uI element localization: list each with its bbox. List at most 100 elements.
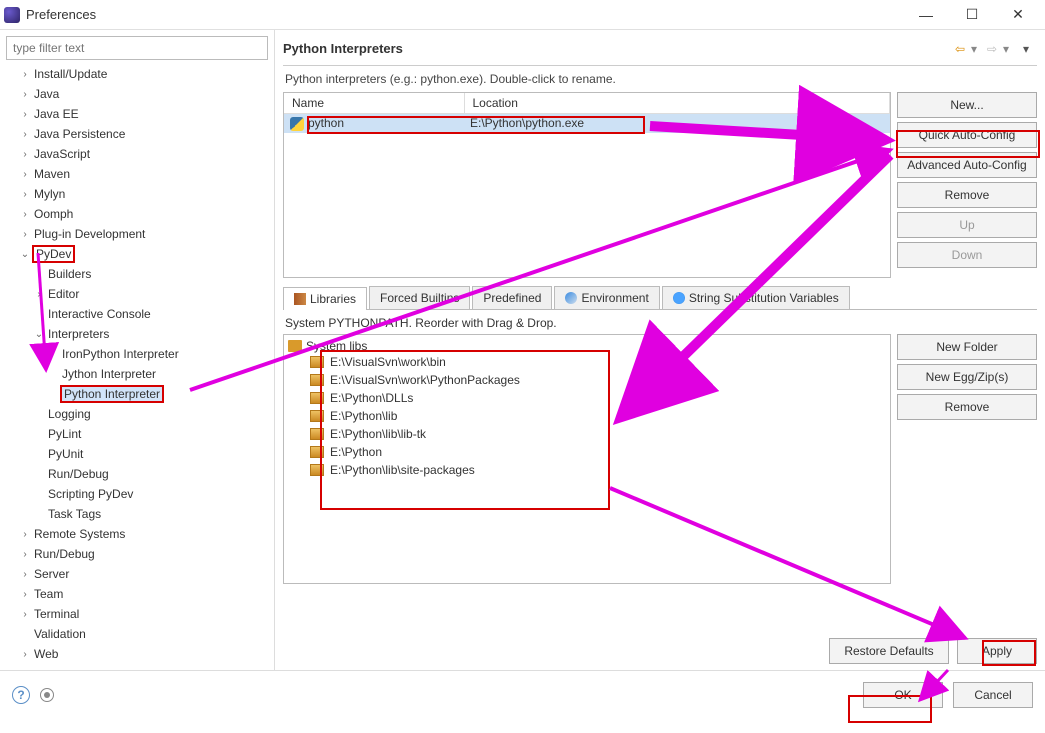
tree-item-label: Plug-in Development bbox=[32, 227, 147, 241]
new-button[interactable]: New... bbox=[897, 92, 1037, 118]
chevron-icon: › bbox=[18, 649, 32, 660]
view-menu-icon[interactable]: ▾ bbox=[1023, 42, 1035, 56]
tree-item-mylyn[interactable]: ›Mylyn bbox=[6, 184, 264, 204]
tab-predefined[interactable]: Predefined bbox=[472, 286, 552, 309]
jar-icon bbox=[310, 428, 324, 440]
tree-item-web[interactable]: ›Web bbox=[6, 644, 264, 664]
up-button[interactable]: Up bbox=[897, 212, 1037, 238]
tree-item-team[interactable]: ›Team bbox=[6, 584, 264, 604]
quick-auto-config-button[interactable]: Quick Auto-Config bbox=[897, 122, 1037, 148]
tree-item-task-tags[interactable]: Task Tags bbox=[6, 504, 264, 524]
close-button[interactable]: ✕ bbox=[995, 0, 1041, 30]
tab-environment[interactable]: Environment bbox=[554, 286, 659, 309]
forward-menu-icon[interactable]: ▾ bbox=[1003, 42, 1015, 56]
new-egg-button[interactable]: New Egg/Zip(s) bbox=[897, 364, 1037, 390]
preferences-tree[interactable]: ›Install/Update›Java›Java EE›Java Persis… bbox=[6, 64, 268, 664]
back-menu-icon[interactable]: ▾ bbox=[971, 42, 983, 56]
lib-path-row[interactable]: E:\Python bbox=[288, 443, 886, 461]
tree-item-builders[interactable]: Builders bbox=[6, 264, 264, 284]
tree-item-label: Java bbox=[32, 87, 61, 101]
remove-interpreter-button[interactable]: Remove bbox=[897, 182, 1037, 208]
tree-item-java-ee[interactable]: ›Java EE bbox=[6, 104, 264, 124]
col-name[interactable]: Name bbox=[284, 93, 464, 114]
tree-item-editor[interactable]: ›Editor bbox=[6, 284, 264, 304]
tree-item-pydev[interactable]: ⌄PyDev bbox=[6, 244, 264, 264]
system-libs-root[interactable]: System libs bbox=[288, 339, 886, 353]
chevron-icon: ⌄ bbox=[18, 249, 32, 260]
forward-icon[interactable]: ⇨ bbox=[987, 42, 999, 56]
lib-path-row[interactable]: E:\Python\lib\site-packages bbox=[288, 461, 886, 479]
chevron-icon: ⌄ bbox=[32, 329, 46, 340]
jar-icon bbox=[310, 410, 324, 422]
interpreter-table[interactable]: Name Location python E:\Python\python.ex… bbox=[283, 92, 891, 278]
new-folder-button[interactable]: New Folder bbox=[897, 334, 1037, 360]
tree-item-terminal[interactable]: ›Terminal bbox=[6, 604, 264, 624]
tree-item-oomph[interactable]: ›Oomph bbox=[6, 204, 264, 224]
titlebar: Preferences — ☐ ✕ bbox=[0, 0, 1045, 30]
tree-item-maven[interactable]: ›Maven bbox=[6, 164, 264, 184]
tree-item-ironpython-interpreter[interactable]: IronPython Interpreter bbox=[6, 344, 264, 364]
help-icon[interactable]: ? bbox=[12, 686, 30, 704]
jar-icon bbox=[310, 464, 324, 476]
chevron-icon: › bbox=[18, 589, 32, 600]
tree-item-install-update[interactable]: ›Install/Update bbox=[6, 64, 264, 84]
tree-item-label: Builders bbox=[46, 267, 93, 281]
tree-item-run-debug[interactable]: Run/Debug bbox=[6, 464, 264, 484]
tree-item-java[interactable]: ›Java bbox=[6, 84, 264, 104]
tree-item-python-interpreter[interactable]: Python Interpreter bbox=[6, 384, 264, 404]
tree-item-pylint[interactable]: PyLint bbox=[6, 424, 264, 444]
python-icon bbox=[290, 117, 304, 131]
tree-item-interactive-console[interactable]: Interactive Console bbox=[6, 304, 264, 324]
lib-path-row[interactable]: E:\VisualSvn\work\bin bbox=[288, 353, 886, 371]
tree-item-run-debug[interactable]: ›Run/Debug bbox=[6, 544, 264, 564]
tree-item-label: JavaScript bbox=[32, 147, 92, 161]
tab-forced-builtins[interactable]: Forced Builtins bbox=[369, 286, 470, 309]
tree-item-label: Terminal bbox=[32, 607, 81, 621]
tree-item-jython-interpreter[interactable]: Jython Interpreter bbox=[6, 364, 264, 384]
apply-button[interactable]: Apply bbox=[957, 638, 1037, 664]
advanced-auto-config-button[interactable]: Advanced Auto-Config bbox=[897, 152, 1037, 178]
filter-input[interactable] bbox=[6, 36, 268, 60]
pythonpath-tree[interactable]: System libs E:\VisualSvn\work\bin E:\Visu… bbox=[283, 334, 891, 584]
minimize-button[interactable]: — bbox=[903, 0, 949, 30]
chevron-icon: › bbox=[32, 289, 46, 300]
lib-path-row[interactable]: E:\VisualSvn\work\PythonPackages bbox=[288, 371, 886, 389]
lib-path-text: E:\Python bbox=[330, 445, 382, 459]
lib-path-row[interactable]: E:\Python\lib bbox=[288, 407, 886, 425]
tree-item-interpreters[interactable]: ⌄Interpreters bbox=[6, 324, 264, 344]
tree-item-plug-in-development[interactable]: ›Plug-in Development bbox=[6, 224, 264, 244]
back-icon[interactable]: ⇦ bbox=[955, 42, 967, 56]
tree-item-logging[interactable]: Logging bbox=[6, 404, 264, 424]
tab-string-substitution[interactable]: String Substitution Variables bbox=[662, 286, 850, 309]
jar-icon bbox=[310, 374, 324, 386]
tabs: Libraries Forced Builtins Predefined Env… bbox=[283, 286, 1037, 310]
chevron-icon: › bbox=[18, 109, 32, 120]
tree-item-server[interactable]: ›Server bbox=[6, 564, 264, 584]
ok-button[interactable]: OK bbox=[863, 682, 943, 708]
down-button[interactable]: Down bbox=[897, 242, 1037, 268]
lib-path-text: E:\VisualSvn\work\PythonPackages bbox=[330, 373, 520, 387]
pythonpath-buttons: New Folder New Egg/Zip(s) Remove bbox=[897, 334, 1037, 584]
tree-item-javascript[interactable]: ›JavaScript bbox=[6, 144, 264, 164]
tree-item-scripting-pydev[interactable]: Scripting PyDev bbox=[6, 484, 264, 504]
tree-item-remote-systems[interactable]: ›Remote Systems bbox=[6, 524, 264, 544]
maximize-button[interactable]: ☐ bbox=[949, 0, 995, 30]
tree-item-pyunit[interactable]: PyUnit bbox=[6, 444, 264, 464]
cancel-button[interactable]: Cancel bbox=[953, 682, 1033, 708]
chevron-icon: › bbox=[18, 89, 32, 100]
lib-path-row[interactable]: E:\Python\lib\lib-tk bbox=[288, 425, 886, 443]
chevron-icon: › bbox=[18, 609, 32, 620]
tree-item-validation[interactable]: Validation bbox=[6, 624, 264, 644]
tab-libraries[interactable]: Libraries bbox=[283, 287, 367, 310]
tree-item-label: Server bbox=[32, 567, 71, 581]
environment-icon bbox=[565, 292, 577, 304]
lib-path-row[interactable]: E:\Python\DLLs bbox=[288, 389, 886, 407]
remove-path-button[interactable]: Remove bbox=[897, 394, 1037, 420]
tree-item-label: Editor bbox=[46, 287, 81, 301]
interpreter-row[interactable]: python E:\Python\python.exe bbox=[284, 114, 890, 133]
chevron-icon: › bbox=[18, 229, 32, 240]
col-location[interactable]: Location bbox=[464, 93, 890, 114]
tree-item-java-persistence[interactable]: ›Java Persistence bbox=[6, 124, 264, 144]
restore-defaults-button[interactable]: Restore Defaults bbox=[829, 638, 949, 664]
progress-icon[interactable] bbox=[40, 688, 54, 702]
